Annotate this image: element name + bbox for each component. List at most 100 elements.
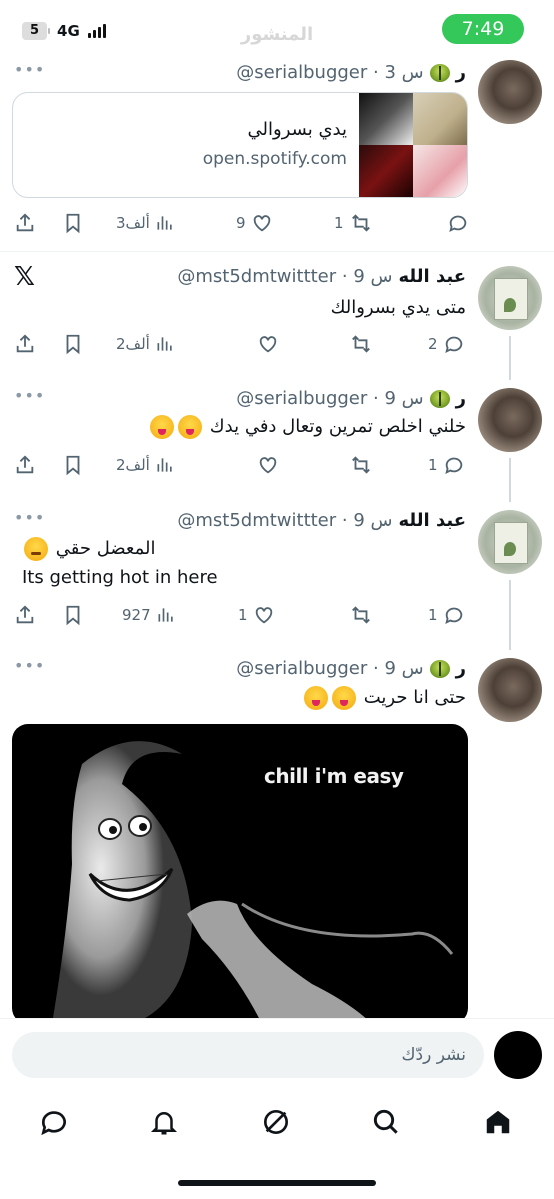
views-stat[interactable]: 2ألف (116, 329, 175, 359)
album-art-thumbnail (359, 93, 467, 197)
status-bar: 5 4G 7:49 المنشور (0, 0, 554, 60)
handle[interactable]: @serialbugger (236, 658, 367, 679)
current-user-avatar[interactable] (494, 1031, 542, 1079)
display-name[interactable]: عبد الله (399, 510, 467, 531)
tweet-header: ر @serialbugger · 9 س (236, 658, 466, 679)
page-title: المنشور (240, 24, 314, 45)
tongue-wink-emoji-icon (178, 415, 203, 439)
tweet-actions: 927 1 1 (0, 600, 470, 630)
share-icon[interactable] (14, 600, 36, 630)
home-icon (486, 1110, 510, 1134)
views-stat[interactable]: 3ألف (116, 208, 175, 238)
retweet-stat[interactable]: 1 (334, 208, 373, 238)
tweet-text-line2: Its getting hot in here (22, 567, 218, 588)
tab-search[interactable] (366, 1104, 406, 1140)
reply-stat[interactable]: 2 (428, 329, 465, 359)
bug-emoji-icon (429, 659, 450, 678)
tweet-text: خلني اخلص تمرين وتعال دفي يدك (209, 416, 466, 437)
tweet-text-row: المعضل حقي (22, 537, 156, 561)
share-icon[interactable] (14, 329, 36, 359)
tongue-wink-emoji-icon (304, 686, 329, 710)
tweet-actions: 2ألف 1 (0, 450, 470, 480)
avatar[interactable] (478, 510, 542, 574)
link-card[interactable]: يدي بسروالي open.spotify.com (12, 92, 468, 198)
post-screen: 5 4G 7:49 المنشور ر @serialbugger · 3 س … (0, 0, 554, 1199)
display-name[interactable]: ر (456, 388, 466, 409)
reply-bar (0, 1018, 554, 1090)
more-options-icon[interactable]: ••• (14, 656, 45, 675)
tweet-text-row: خلني اخلص تمرين وتعال دفي يدك (148, 415, 466, 439)
avatar[interactable] (478, 388, 542, 452)
timestamp[interactable]: 9 س (353, 510, 392, 531)
card-title: يدي بسروالي (247, 119, 347, 140)
tweet-text: حتى انا حريت (363, 687, 466, 708)
tweet-text: المعضل حقي (55, 538, 156, 559)
tongue-wink-emoji-icon (332, 686, 357, 710)
thread-line (509, 336, 511, 380)
x-logo-icon: 𝕏 (14, 262, 35, 292)
views-stat[interactable]: 2ألف (116, 450, 175, 480)
bug-emoji-icon (429, 389, 450, 408)
divider (0, 251, 554, 252)
tab-grok[interactable] (256, 1104, 296, 1140)
like-stat[interactable]: 1 (238, 600, 275, 630)
tongue-wink-emoji-icon (150, 415, 175, 439)
bell-icon (150, 1112, 178, 1135)
more-options-icon[interactable]: ••• (14, 508, 45, 527)
display-name[interactable]: ر (456, 658, 466, 679)
grok-icon (264, 1110, 288, 1134)
share-icon[interactable] (14, 208, 36, 238)
retweet-stat[interactable] (344, 600, 373, 630)
tweet-header: عبد الله @mst5dmtwittter · 9 س (177, 510, 466, 531)
tweet-actions: 2ألف 2 (0, 329, 470, 359)
card-domain: open.spotify.com (202, 149, 347, 169)
handle[interactable]: @serialbugger (236, 388, 367, 409)
display-name[interactable]: ر (456, 62, 466, 83)
thread-line (509, 458, 511, 502)
bookmark-icon[interactable] (62, 208, 84, 238)
display-name[interactable]: عبد الله (399, 266, 467, 287)
handle[interactable]: @mst5dmtwittter (177, 266, 336, 287)
tab-messages[interactable] (34, 1104, 74, 1140)
timestamp[interactable]: 9 س (384, 658, 423, 679)
reply-stat[interactable] (442, 208, 469, 238)
reply-input[interactable] (12, 1032, 484, 1078)
tweet-header: ر @serialbugger · 9 س (236, 388, 466, 409)
timestamp[interactable]: 9 س (384, 388, 423, 409)
bookmark-icon[interactable] (62, 600, 84, 630)
views-stat[interactable]: 927 (122, 600, 176, 630)
like-stat[interactable] (252, 329, 279, 359)
reply-stat[interactable]: 1 (428, 450, 465, 480)
tab-home[interactable] (478, 1104, 518, 1140)
home-indicator (178, 1180, 376, 1186)
tweet-media-image[interactable]: chill i'm easy (12, 724, 468, 1024)
avatar[interactable] (478, 60, 542, 124)
search-icon (373, 1109, 398, 1134)
avatar[interactable] (478, 266, 542, 330)
tweet-header: عبد الله @mst5dmtwittter · 9 س (177, 266, 466, 287)
handle[interactable]: @serialbugger (236, 62, 367, 83)
tweet-actions: 3ألف 9 1 (0, 208, 470, 238)
tweet-header: ر @serialbugger · 3 س (236, 62, 466, 83)
avatar[interactable] (478, 658, 542, 722)
bookmark-icon[interactable] (62, 329, 84, 359)
bookmark-icon[interactable] (62, 450, 84, 480)
views-icon (157, 216, 172, 230)
reply-stat[interactable]: 1 (428, 600, 465, 630)
more-options-icon[interactable]: ••• (14, 60, 45, 79)
messages-icon (41, 1111, 66, 1136)
share-icon[interactable] (14, 450, 36, 480)
timestamp[interactable]: 9 س (353, 266, 392, 287)
like-stat[interactable] (252, 450, 279, 480)
tweet-text: متى يدي بسروالك (330, 297, 466, 318)
tab-notifications[interactable] (144, 1104, 184, 1140)
handle[interactable]: @mst5dmtwittter (177, 510, 336, 531)
retweet-stat[interactable] (344, 329, 373, 359)
more-options-icon[interactable]: ••• (14, 386, 45, 405)
timestamp[interactable]: 3 س (384, 62, 423, 83)
retweet-stat[interactable] (344, 450, 373, 480)
thread-line (509, 580, 511, 650)
flushed-emoji-icon (24, 537, 48, 561)
media-caption: chill i'm easy (264, 764, 404, 788)
like-stat[interactable]: 9 (236, 208, 273, 238)
